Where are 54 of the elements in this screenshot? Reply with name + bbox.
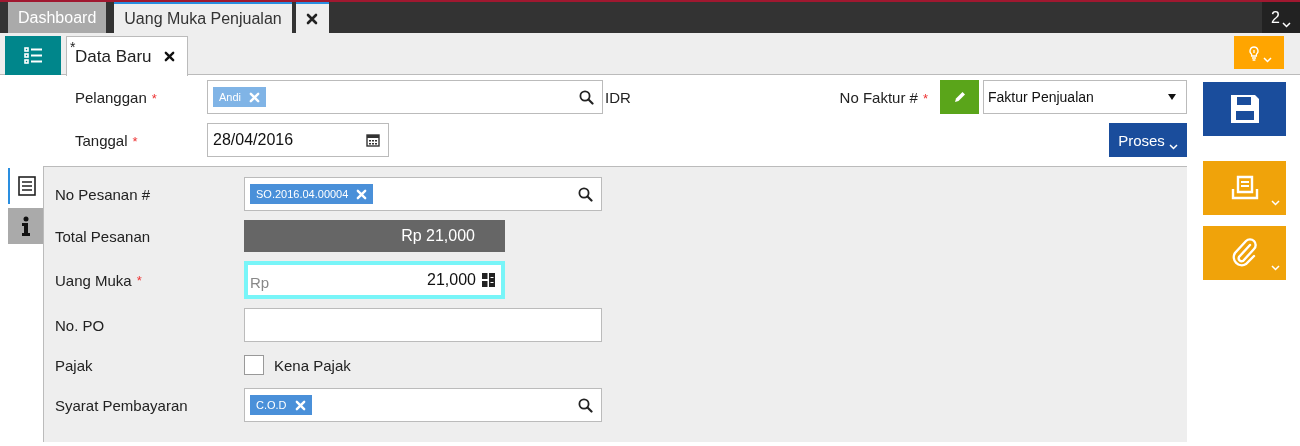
pencil-icon bbox=[952, 90, 967, 104]
tag-chip: SO.2016.04.00004 bbox=[250, 184, 374, 204]
field-label: Uang Muka bbox=[55, 271, 132, 289]
tag-chip: Andi bbox=[213, 87, 267, 107]
chevron-down-icon bbox=[1168, 144, 1178, 150]
side-tab[interactable] bbox=[8, 208, 43, 244]
close-tab-button[interactable] bbox=[295, 2, 329, 33]
checkbox[interactable] bbox=[244, 355, 264, 375]
field-label: Pajak bbox=[55, 356, 93, 374]
amount-field[interactable]: Rp 21,000 bbox=[244, 261, 505, 299]
lightbulb-icon bbox=[1246, 44, 1261, 61]
calculator-icon[interactable] bbox=[482, 273, 495, 287]
list-icon bbox=[23, 47, 43, 64]
tag-chip: C.O.D bbox=[250, 395, 312, 415]
field-label: No Pesanan # bbox=[55, 185, 151, 203]
modified-mark: * bbox=[70, 39, 76, 55]
search-icon[interactable] bbox=[578, 186, 593, 202]
close-icon[interactable] bbox=[163, 51, 175, 62]
window-tab[interactable]: Uang Muka Penjualan bbox=[114, 2, 292, 33]
document-tab[interactable]: *Data Baru bbox=[66, 36, 188, 76]
field-label: No. PO bbox=[55, 316, 105, 334]
calendar-icon[interactable] bbox=[366, 133, 380, 147]
date-field[interactable]: 28/04/2016 bbox=[207, 123, 389, 157]
chevron-down-icon bbox=[1271, 265, 1280, 271]
field-label: Syarat Pembayaran bbox=[55, 396, 188, 414]
remove-icon[interactable] bbox=[294, 399, 306, 411]
search-icon[interactable] bbox=[579, 89, 594, 105]
invoice-type-dropdown[interactable]: Faktur Penjualan bbox=[983, 80, 1187, 114]
chevron-down-icon bbox=[1262, 56, 1272, 63]
search-icon[interactable] bbox=[578, 397, 593, 413]
checkbox-label: Kena Pajak bbox=[274, 356, 351, 374]
chevron-down-icon bbox=[1271, 200, 1280, 206]
required-mark: * bbox=[136, 272, 142, 288]
required-mark: * bbox=[922, 90, 928, 106]
document-icon bbox=[17, 176, 36, 196]
tab-count-button[interactable]: 2 bbox=[1262, 2, 1300, 33]
required-mark: * bbox=[151, 90, 157, 106]
total-display: Rp 21,000 bbox=[244, 220, 505, 252]
field-label: Pelanggan bbox=[75, 88, 147, 106]
info-icon bbox=[20, 216, 31, 236]
list-menu-button[interactable] bbox=[5, 36, 61, 75]
field-label: Total Pesanan bbox=[55, 227, 151, 245]
field-label: Tanggal bbox=[75, 131, 128, 149]
process-button[interactable]: Proses bbox=[1109, 123, 1187, 157]
field-label: No Faktur # bbox=[839, 88, 918, 106]
close-icon[interactable] bbox=[306, 12, 319, 25]
currency-label: IDR bbox=[605, 88, 631, 106]
dropdown-arrow-icon bbox=[1168, 94, 1176, 100]
text-field[interactable] bbox=[244, 308, 602, 342]
edit-button[interactable] bbox=[940, 80, 979, 114]
save-button[interactable] bbox=[1203, 82, 1286, 136]
remove-icon[interactable] bbox=[356, 188, 368, 200]
required-mark: * bbox=[132, 133, 138, 149]
chevron-down-icon bbox=[1281, 21, 1291, 28]
